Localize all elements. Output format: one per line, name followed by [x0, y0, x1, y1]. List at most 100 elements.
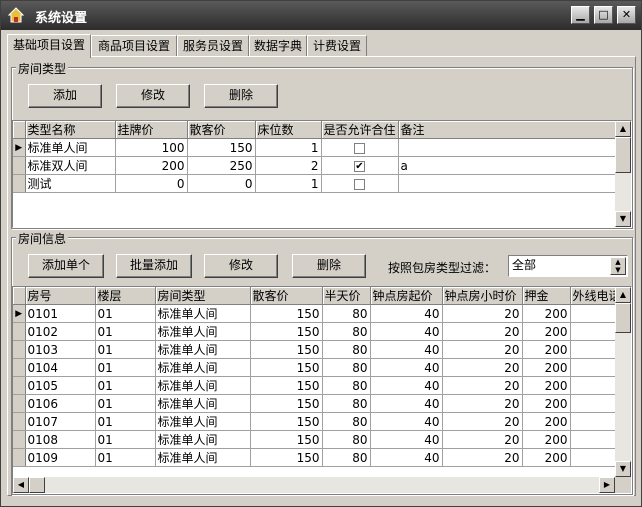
- maximize-button[interactable]: □: [594, 6, 613, 24]
- table-cell[interactable]: 200: [522, 430, 571, 449]
- scroll-thumb[interactable]: [615, 137, 631, 173]
- table-cell[interactable]: 40: [370, 340, 443, 359]
- table-cell[interactable]: 200: [522, 322, 571, 341]
- table-cell[interactable]: 150: [250, 322, 323, 341]
- table-cell[interactable]: 20: [442, 358, 523, 377]
- table-cell[interactable]: 0108: [25, 430, 96, 449]
- table-row[interactable]: 0109 01 标准单人间 150 80 40 20 200: [13, 448, 631, 467]
- table-cell[interactable]: 80: [322, 376, 371, 395]
- table-row[interactable]: 测试 0 0 1: [13, 174, 617, 193]
- tab-billing-settings[interactable]: 计费设置: [307, 35, 367, 57]
- table-cell[interactable]: 20: [442, 412, 523, 431]
- tab-basic-settings[interactable]: 基础项目设置: [7, 34, 91, 58]
- table-cell[interactable]: 20: [442, 430, 523, 449]
- table-cell[interactable]: 20: [442, 394, 523, 413]
- column-header[interactable]: 散客价: [187, 121, 256, 139]
- table-cell[interactable]: 40: [370, 430, 443, 449]
- table-cell[interactable]: 标准单人间: [155, 394, 251, 413]
- table-cell[interactable]: 标准单人间: [155, 304, 251, 323]
- scroll-down-icon[interactable]: ▼: [615, 461, 631, 477]
- table-cell[interactable]: 0101: [25, 304, 96, 323]
- table-row[interactable]: 0108 01 标准单人间 150 80 40 20 200: [13, 430, 631, 449]
- table-cell[interactable]: 150: [250, 394, 323, 413]
- table-cell[interactable]: 01: [95, 304, 156, 323]
- room-info-grid[interactable]: 房号 楼层 房间类型 散客价 半天价 钟点房起价 钟点房小时价 押金 外线电话 …: [12, 286, 632, 494]
- room-type-edit-button[interactable]: 修改: [116, 84, 190, 108]
- table-cell[interactable]: a: [398, 156, 617, 175]
- table-cell[interactable]: 0102: [25, 322, 96, 341]
- room-delete-button[interactable]: 删除: [292, 254, 366, 278]
- table-cell[interactable]: 80: [322, 430, 371, 449]
- table-cell[interactable]: 40: [370, 304, 443, 323]
- share-checkbox[interactable]: [354, 178, 365, 190]
- table-cell[interactable]: [398, 138, 617, 157]
- table-cell[interactable]: 标准单人间: [155, 430, 251, 449]
- table-cell[interactable]: 150: [250, 430, 323, 449]
- tab-product-settings[interactable]: 商品项目设置: [91, 35, 177, 57]
- table-cell[interactable]: 2: [255, 156, 322, 175]
- table-cell[interactable]: 150: [250, 340, 323, 359]
- table-cell[interactable]: 0104: [25, 358, 96, 377]
- share-checkbox-cell[interactable]: [321, 174, 399, 193]
- column-header[interactable]: 钟点房小时价: [442, 287, 523, 305]
- table-cell[interactable]: 20: [442, 304, 523, 323]
- table-cell[interactable]: 0109: [25, 448, 96, 467]
- table-cell[interactable]: 200: [522, 304, 571, 323]
- room-edit-button[interactable]: 修改: [204, 254, 278, 278]
- table-cell[interactable]: 200: [522, 376, 571, 395]
- table-cell[interactable]: 01: [95, 376, 156, 395]
- room-type-vertical-scrollbar[interactable]: ▲ ▼: [615, 121, 631, 227]
- table-row[interactable]: 0103 01 标准单人间 150 80 40 20 200: [13, 340, 631, 359]
- scroll-up-icon[interactable]: ▲: [615, 121, 631, 137]
- table-cell[interactable]: 150: [250, 412, 323, 431]
- table-cell[interactable]: 0: [115, 174, 188, 193]
- share-checkbox-cell[interactable]: [321, 138, 399, 157]
- table-cell[interactable]: 标准双人间: [25, 156, 116, 175]
- column-header[interactable]: 散客价: [250, 287, 323, 305]
- table-cell[interactable]: 40: [370, 358, 443, 377]
- column-header[interactable]: 半天价: [322, 287, 371, 305]
- table-row[interactable]: 0102 01 标准单人间 150 80 40 20 200: [13, 322, 631, 341]
- table-cell[interactable]: 20: [442, 322, 523, 341]
- column-header[interactable]: 楼层: [95, 287, 156, 305]
- table-row[interactable]: 0104 01 标准单人间 150 80 40 20 200: [13, 358, 631, 377]
- room-info-horizontal-scrollbar[interactable]: ◀ ▶: [13, 477, 615, 493]
- table-cell[interactable]: 标准单人间: [155, 412, 251, 431]
- table-cell[interactable]: 80: [322, 448, 371, 467]
- title-bar[interactable]: 系统设置 ▁ □ ✕: [1, 1, 641, 30]
- table-cell[interactable]: 0: [187, 174, 256, 193]
- column-header[interactable]: 押金: [522, 287, 571, 305]
- table-row[interactable]: 0107 01 标准单人间 150 80 40 20 200: [13, 412, 631, 431]
- table-cell[interactable]: 80: [322, 340, 371, 359]
- tab-data-dictionary[interactable]: 数据字典: [249, 35, 307, 57]
- dropdown-arrow-icon[interactable]: ▲ ▼: [610, 257, 626, 275]
- table-cell[interactable]: 20: [442, 340, 523, 359]
- column-header[interactable]: 类型名称: [25, 121, 116, 139]
- scroll-thumb[interactable]: [29, 477, 45, 493]
- table-cell[interactable]: 200: [522, 412, 571, 431]
- table-cell[interactable]: 01: [95, 322, 156, 341]
- table-cell[interactable]: 标准单人间: [25, 138, 116, 157]
- table-cell[interactable]: 100: [115, 138, 188, 157]
- table-cell[interactable]: 150: [187, 138, 256, 157]
- share-checkbox-cell[interactable]: ✔: [321, 156, 399, 175]
- table-row[interactable]: 标准双人间 200 250 2 ✔ a: [13, 156, 617, 175]
- table-cell[interactable]: 40: [370, 448, 443, 467]
- table-cell[interactable]: 40: [370, 412, 443, 431]
- table-cell[interactable]: 20: [442, 376, 523, 395]
- table-cell[interactable]: 20: [442, 448, 523, 467]
- table-cell[interactable]: 标准单人间: [155, 376, 251, 395]
- table-cell[interactable]: 80: [322, 322, 371, 341]
- column-header[interactable]: 房号: [25, 287, 96, 305]
- table-cell[interactable]: 80: [322, 412, 371, 431]
- table-cell[interactable]: [398, 174, 617, 193]
- table-cell[interactable]: 0106: [25, 394, 96, 413]
- batch-add-rooms-button[interactable]: 批量添加: [116, 254, 192, 278]
- table-cell[interactable]: 标准单人间: [155, 448, 251, 467]
- table-cell[interactable]: 测试: [25, 174, 116, 193]
- table-cell[interactable]: 40: [370, 322, 443, 341]
- table-cell[interactable]: 200: [522, 448, 571, 467]
- scroll-down-icon[interactable]: ▼: [615, 211, 631, 227]
- table-cell[interactable]: 150: [250, 376, 323, 395]
- scroll-right-icon[interactable]: ▶: [599, 477, 615, 493]
